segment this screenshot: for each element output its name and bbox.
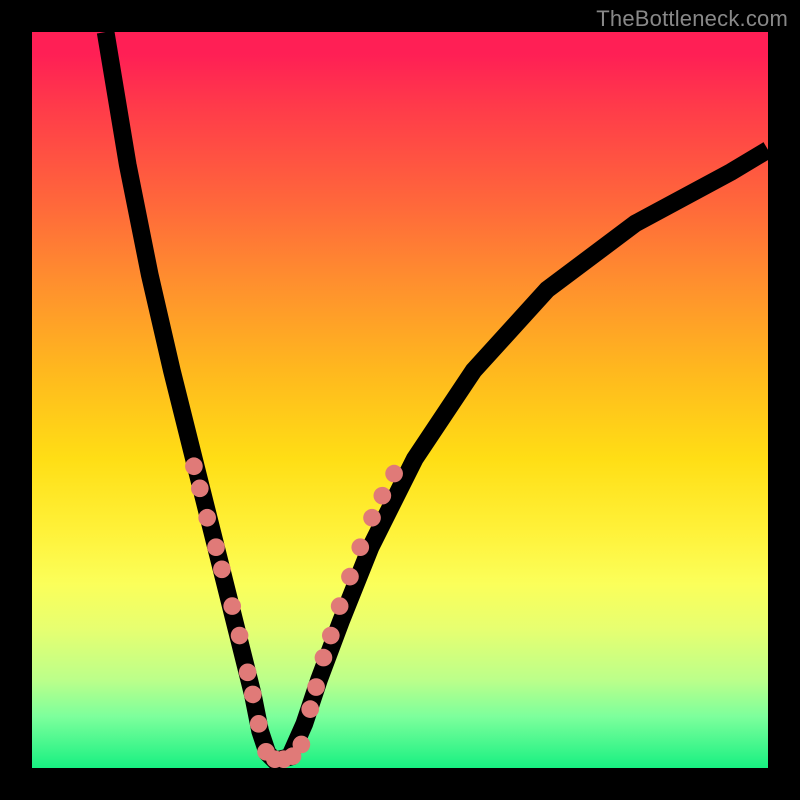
data-point: [293, 736, 311, 754]
plot-area: [32, 32, 768, 768]
data-point: [301, 700, 319, 718]
data-point: [198, 509, 216, 527]
data-point: [213, 560, 231, 578]
data-point: [385, 465, 403, 483]
data-point: [341, 568, 359, 586]
data-points: [185, 457, 403, 768]
data-point: [374, 487, 392, 505]
data-point: [244, 686, 262, 704]
data-point: [315, 649, 333, 667]
watermark-text: TheBottleneck.com: [596, 6, 788, 32]
data-point: [363, 509, 381, 527]
data-point: [351, 538, 369, 556]
bottleneck-curve: [106, 32, 768, 761]
data-point: [191, 479, 209, 497]
data-point: [322, 627, 340, 645]
data-point: [239, 663, 257, 681]
data-point: [231, 627, 249, 645]
data-point: [207, 538, 225, 556]
data-point: [307, 678, 325, 696]
data-point: [250, 715, 268, 733]
data-point: [185, 457, 203, 475]
curve-layer: [32, 32, 768, 768]
data-point: [331, 597, 349, 615]
data-point: [223, 597, 241, 615]
chart-container: TheBottleneck.com: [0, 0, 800, 800]
